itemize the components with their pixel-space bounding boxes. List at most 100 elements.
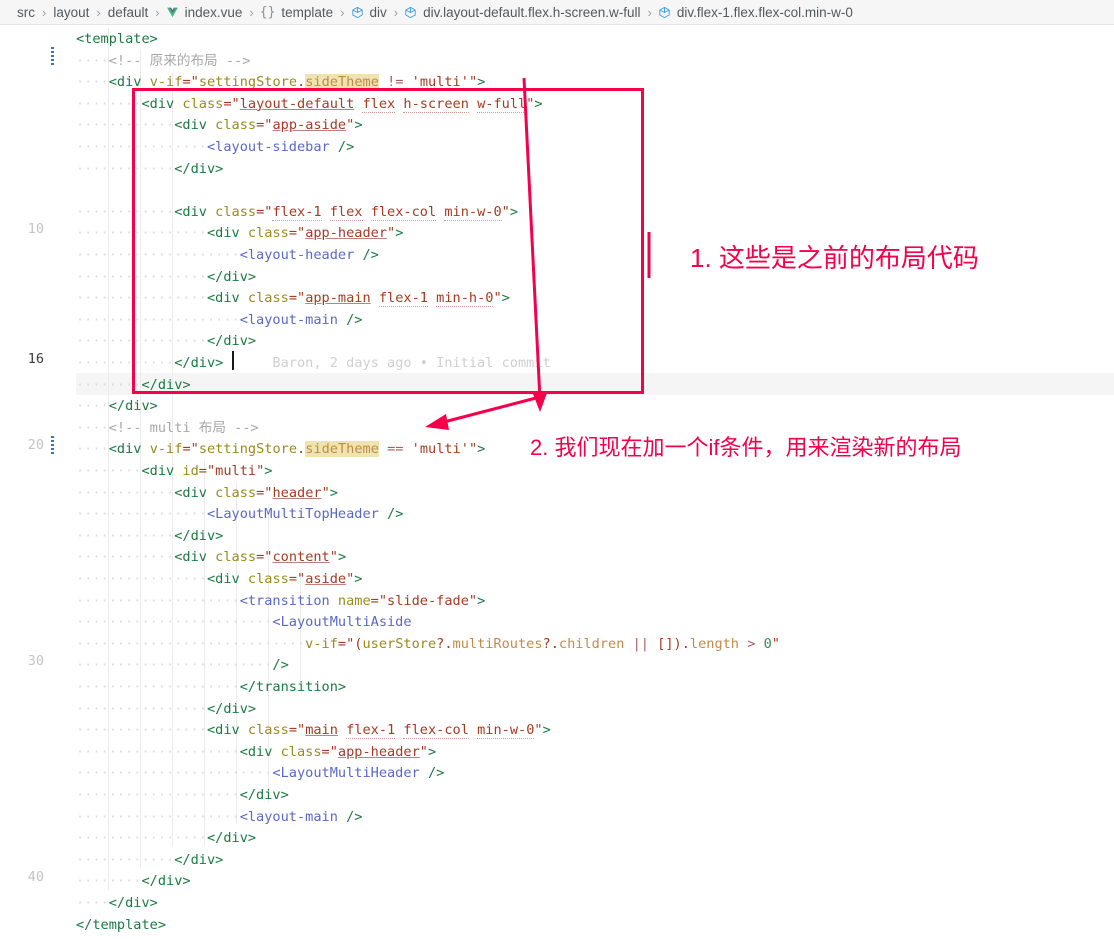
code-line[interactable]: ················<div class="main flex-1 … — [76, 719, 551, 741]
text-caret — [232, 351, 234, 370]
breadcrumb-separator: › — [647, 4, 652, 20]
code-line[interactable]: ····················<transition name="sl… — [76, 590, 485, 612]
code-line[interactable]: ················</div> — [76, 698, 256, 720]
code-line[interactable]: ····················<div class="app-head… — [76, 741, 436, 763]
whitespace-dots: ············ — [76, 203, 175, 220]
whitespace-dots: ············ — [76, 851, 175, 868]
code-line[interactable]: ········</div> — [76, 870, 191, 892]
whitespace-dots: ···· — [76, 398, 109, 415]
code-line[interactable]: <template> — [76, 28, 158, 50]
code-line[interactable]: ····<!-- 原来的布局 --> — [76, 50, 250, 72]
whitespace-dots: ···················· — [76, 592, 240, 609]
highlighted-token: sideTheme — [305, 74, 379, 91]
annotation-1: 1. 这些是之前的布局代码 — [690, 243, 979, 273]
breadcrumb-separator: › — [393, 4, 399, 20]
line-number: 20 — [27, 437, 44, 453]
whitespace-dots: ···· — [76, 441, 109, 458]
code-line[interactable]: ····</div> — [76, 395, 158, 417]
breadcrumb-item-3[interactable]: index.vue — [166, 5, 244, 20]
code-line[interactable]: ············<div class="header"> — [76, 482, 338, 504]
line-number: 10 — [27, 221, 44, 237]
code-line[interactable]: ················<LayoutMultiTopHeader /> — [76, 503, 403, 525]
whitespace-dots: ················ — [76, 290, 207, 307]
breadcrumb-item-label: div.flex-1.flex.flex-col.min-w-0 — [676, 4, 853, 20]
git-blame-annotation: Baron, 2 days ago • Initial commit — [223, 355, 551, 371]
code-line[interactable]: ············</div> — [76, 525, 223, 547]
code-line[interactable]: </template> — [76, 914, 166, 936]
code-line[interactable]: ················</div> — [76, 330, 256, 352]
whitespace-dots: ········ — [76, 873, 142, 890]
code-line[interactable]: ········</div> — [76, 374, 191, 396]
code-line[interactable]: ············</div> Baron, 2 days ago • I… — [76, 352, 551, 374]
whitespace-dots: ········ — [76, 463, 142, 479]
whitespace-dots: ···················· — [76, 808, 240, 825]
whitespace-dots: ················ — [76, 571, 207, 587]
breadcrumb-item-7[interactable]: div.flex-1.flex.flex-col.min-w-0 — [658, 5, 854, 20]
breadcrumb-separator: › — [249, 4, 254, 20]
cube-icon — [351, 6, 364, 19]
code-line[interactable]: ························<LayoutMultiHead… — [76, 762, 444, 784]
code-line[interactable]: ············</div> — [76, 158, 223, 180]
breadcrumb[interactable]: src › layout › default › index.vue › {} template ›… — [0, 0, 1114, 25]
whitespace-dots: ············ — [76, 484, 175, 501]
whitespace-dots: ················ — [76, 830, 207, 847]
breadcrumb-item-label: layout — [53, 4, 90, 20]
highlighted-token: sideTheme — [305, 441, 379, 458]
whitespace-dots: ················ — [76, 506, 207, 523]
code-line[interactable]: ················<div class="app-main fle… — [76, 287, 510, 309]
code-line[interactable]: ····················<layout-main /> — [76, 309, 362, 331]
whitespace-dots: ························ — [76, 614, 273, 631]
whitespace-dots: ················ — [76, 700, 207, 717]
breadcrumb-item-6[interactable]: div.layout-default.flex.h-screen.w-full — [404, 5, 641, 20]
code-line[interactable]: ························<LayoutMultiAsid… — [76, 611, 412, 633]
code-line[interactable]: ················</div> — [76, 266, 256, 288]
breadcrumb-separator: › — [42, 4, 47, 20]
code-line[interactable]: ········<div id="multi"> — [76, 460, 272, 482]
code-line[interactable]: ················<div class="aside"> — [76, 568, 362, 590]
whitespace-dots: ···· — [76, 895, 109, 911]
line-number: 40 — [27, 869, 44, 885]
whitespace-dots: ···················· — [76, 743, 240, 760]
whitespace-dots: ················ — [76, 139, 207, 155]
code-line[interactable]: ····························v-if="(userS… — [76, 633, 780, 655]
gutter-change-marker[interactable] — [51, 436, 54, 456]
line-number: 30 — [27, 653, 44, 669]
breadcrumb-item-4[interactable]: {} template — [260, 5, 334, 20]
whitespace-dots: ················ — [76, 333, 207, 350]
code-line[interactable]: ············<div class="app-aside"> — [76, 114, 363, 136]
code-comment: <!-- multi 布局 --> — [108, 419, 259, 436]
whitespace-dots: ············ — [76, 160, 175, 177]
code-line[interactable]: ····················<layout-header /> — [76, 244, 379, 266]
code-line[interactable]: ····················</transition> — [76, 676, 346, 698]
code-line[interactable]: ············<div class="flex-1 flex flex… — [76, 201, 518, 223]
whitespace-dots: ···························· — [76, 635, 306, 652]
breadcrumb-item-1[interactable]: layout — [52, 5, 90, 20]
whitespace-dots: ············ — [76, 355, 175, 371]
breadcrumb-item-5[interactable]: div — [351, 5, 388, 20]
code-line[interactable]: ····</div> — [76, 892, 158, 914]
gutter-change-marker[interactable] — [51, 47, 54, 67]
code-line[interactable]: ························/> — [76, 654, 289, 676]
whitespace-dots: ············ — [76, 117, 175, 134]
code-line[interactable]: ····<!-- multi 布局 --> — [76, 417, 259, 439]
cube-icon — [404, 6, 417, 19]
code-line[interactable]: ········<div class="layout-default flex … — [76, 93, 543, 115]
breadcrumb-item-2[interactable]: default — [107, 5, 150, 20]
breadcrumb-item-label: src — [17, 4, 35, 20]
line-number: 16 — [27, 351, 44, 367]
breadcrumb-item-label: div — [369, 4, 387, 20]
breadcrumb-item-label: div.layout-default.flex.h-screen.w-full — [423, 4, 641, 20]
code-line[interactable]: ············</div> — [76, 849, 223, 871]
code-line[interactable]: ············<div class="content"> — [76, 546, 346, 568]
whitespace-dots: ···· — [76, 419, 109, 436]
code-line[interactable]: ················<layout-sidebar /> — [76, 136, 354, 158]
code-editor[interactable]: 10 16 20 30 40 <template> ····<!-- 原来的布局 --> ·… — [0, 25, 1114, 939]
code-line[interactable]: ····<div v-if="settingStore.sideTheme ==… — [76, 438, 485, 460]
code-line[interactable]: ····<div v-if="settingStore.sideTheme !=… — [76, 71, 485, 93]
code-line[interactable]: ················</div> — [76, 827, 256, 849]
code-line[interactable]: ················<div class="app-header"> — [76, 222, 403, 244]
code-line[interactable]: ····················<layout-main /> — [76, 806, 362, 828]
breadcrumb-item-0[interactable]: src — [16, 5, 36, 20]
code-line[interactable]: ····················</div> — [76, 784, 289, 806]
whitespace-dots: ···················· — [76, 679, 240, 695]
